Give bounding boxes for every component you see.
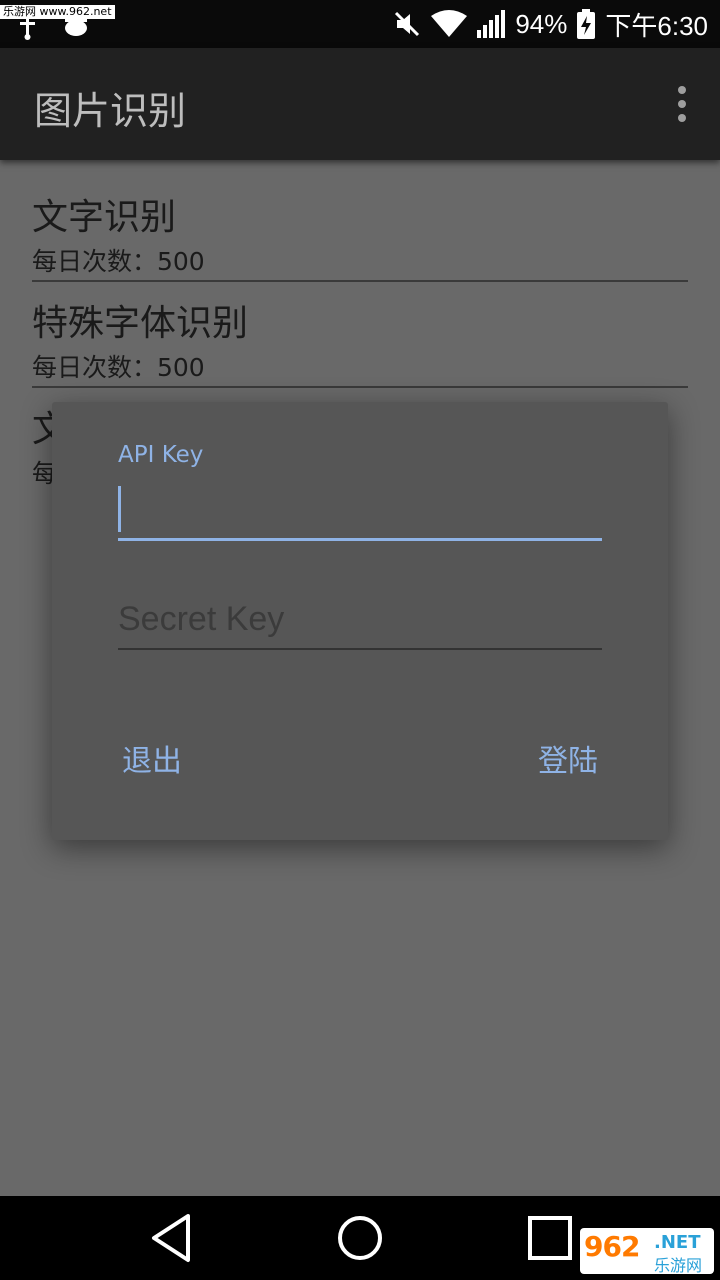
usb-icon (20, 18, 35, 40)
app-bar: 图片识别 (0, 48, 720, 160)
status-right: 94% 下午6:30 (393, 0, 708, 48)
page-title: 图片识别 (34, 89, 187, 133)
list-item[interactable]: 文字识别 每日次数：500 (32, 188, 688, 282)
overflow-menu-icon[interactable] (674, 86, 690, 122)
watermark-top: 乐游网 www.962.net (0, 5, 115, 19)
api-key-input[interactable] (118, 480, 602, 541)
login-dialog: API Key Secret Key 退出 登陆 (52, 402, 668, 840)
text-cursor (118, 486, 121, 532)
watermark-bottom: 962 .NET 乐游网 (580, 1228, 714, 1275)
list-item-subtitle: 每日次数：500 (32, 247, 205, 276)
debug-icon (65, 18, 87, 36)
watermark-cn: 乐游网 (654, 1256, 703, 1275)
navigation-bar: 962 .NET 乐游网 (0, 1196, 720, 1280)
login-button[interactable]: 登陆 (538, 736, 598, 780)
recents-icon[interactable] (526, 1210, 574, 1266)
status-time: 下午6:30 (605, 10, 708, 41)
list-item-subtitle: 每日次数：500 (32, 353, 205, 382)
wifi-icon (431, 10, 468, 37)
status-bar: 乐游网 www.962.net 94% 下午6:30 (0, 0, 720, 48)
exit-button[interactable]: 退出 (122, 736, 182, 780)
list-item-title: 特殊字体识别 (32, 303, 249, 344)
watermark-net: .NET (654, 1232, 701, 1253)
mute-icon (395, 11, 420, 37)
battery-charging-icon (577, 9, 596, 39)
watermark-962: 962 (584, 1230, 640, 1263)
list-item-title: 文字识别 (32, 197, 177, 238)
battery-percent: 94% (515, 8, 568, 39)
home-icon[interactable] (336, 1210, 384, 1266)
back-icon[interactable] (148, 1210, 194, 1266)
status-left-icons (16, 18, 96, 44)
list-item[interactable]: 特殊字体识别 每日次数：500 (32, 294, 688, 388)
signal-icon (477, 10, 506, 38)
secret-key-placeholder: Secret Key (118, 600, 285, 638)
secret-key-input[interactable]: Secret Key (118, 592, 602, 650)
api-key-label: API Key (118, 442, 204, 468)
